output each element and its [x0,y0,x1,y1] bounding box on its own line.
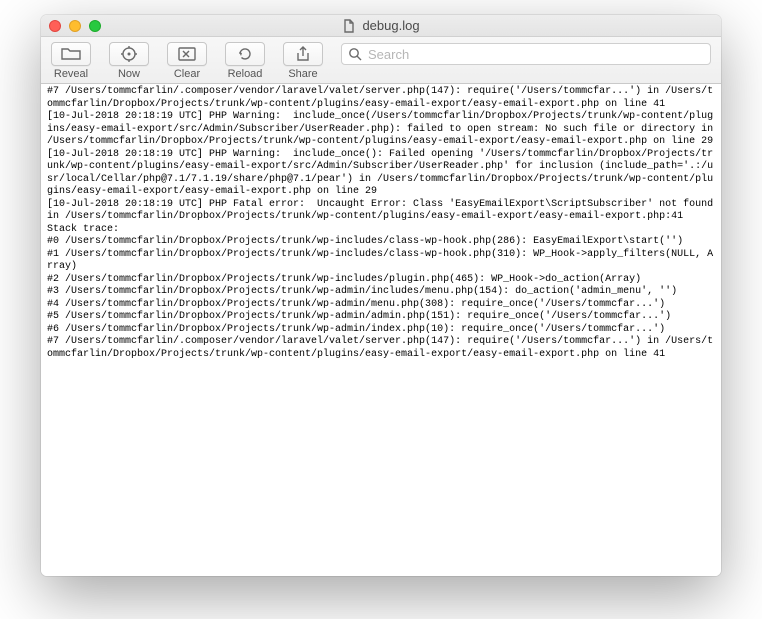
search-icon [348,47,362,61]
target-icon [120,45,138,63]
reload-label: Reload [228,68,263,80]
app-window: debug.log Reveal Now Clear Reload [41,15,721,576]
share-button[interactable]: Share [283,42,323,80]
folder-icon [60,46,82,62]
window-title-area: debug.log [49,18,713,33]
traffic-lights [49,20,101,32]
clear-button[interactable]: Clear [167,42,207,80]
reveal-button[interactable]: Reveal [51,42,91,80]
log-content[interactable]: #7 /Users/tommcfarlin/.composer/vendor/l… [41,84,721,576]
clear-icon [177,46,197,62]
clear-label: Clear [174,68,200,80]
minimize-button[interactable] [69,20,81,32]
reveal-label: Reveal [54,68,88,80]
window-title: debug.log [362,18,419,33]
titlebar: debug.log [41,15,721,37]
now-label: Now [118,68,140,80]
now-button[interactable]: Now [109,42,149,80]
close-button[interactable] [49,20,61,32]
search-input[interactable] [341,43,711,65]
zoom-button[interactable] [89,20,101,32]
search-field-wrap [341,43,711,65]
document-icon [342,19,356,33]
share-icon [295,45,311,63]
share-label: Share [288,68,317,80]
toolbar: Reveal Now Clear Reload Share [41,37,721,84]
reload-button[interactable]: Reload [225,42,265,80]
reload-icon [236,45,254,63]
